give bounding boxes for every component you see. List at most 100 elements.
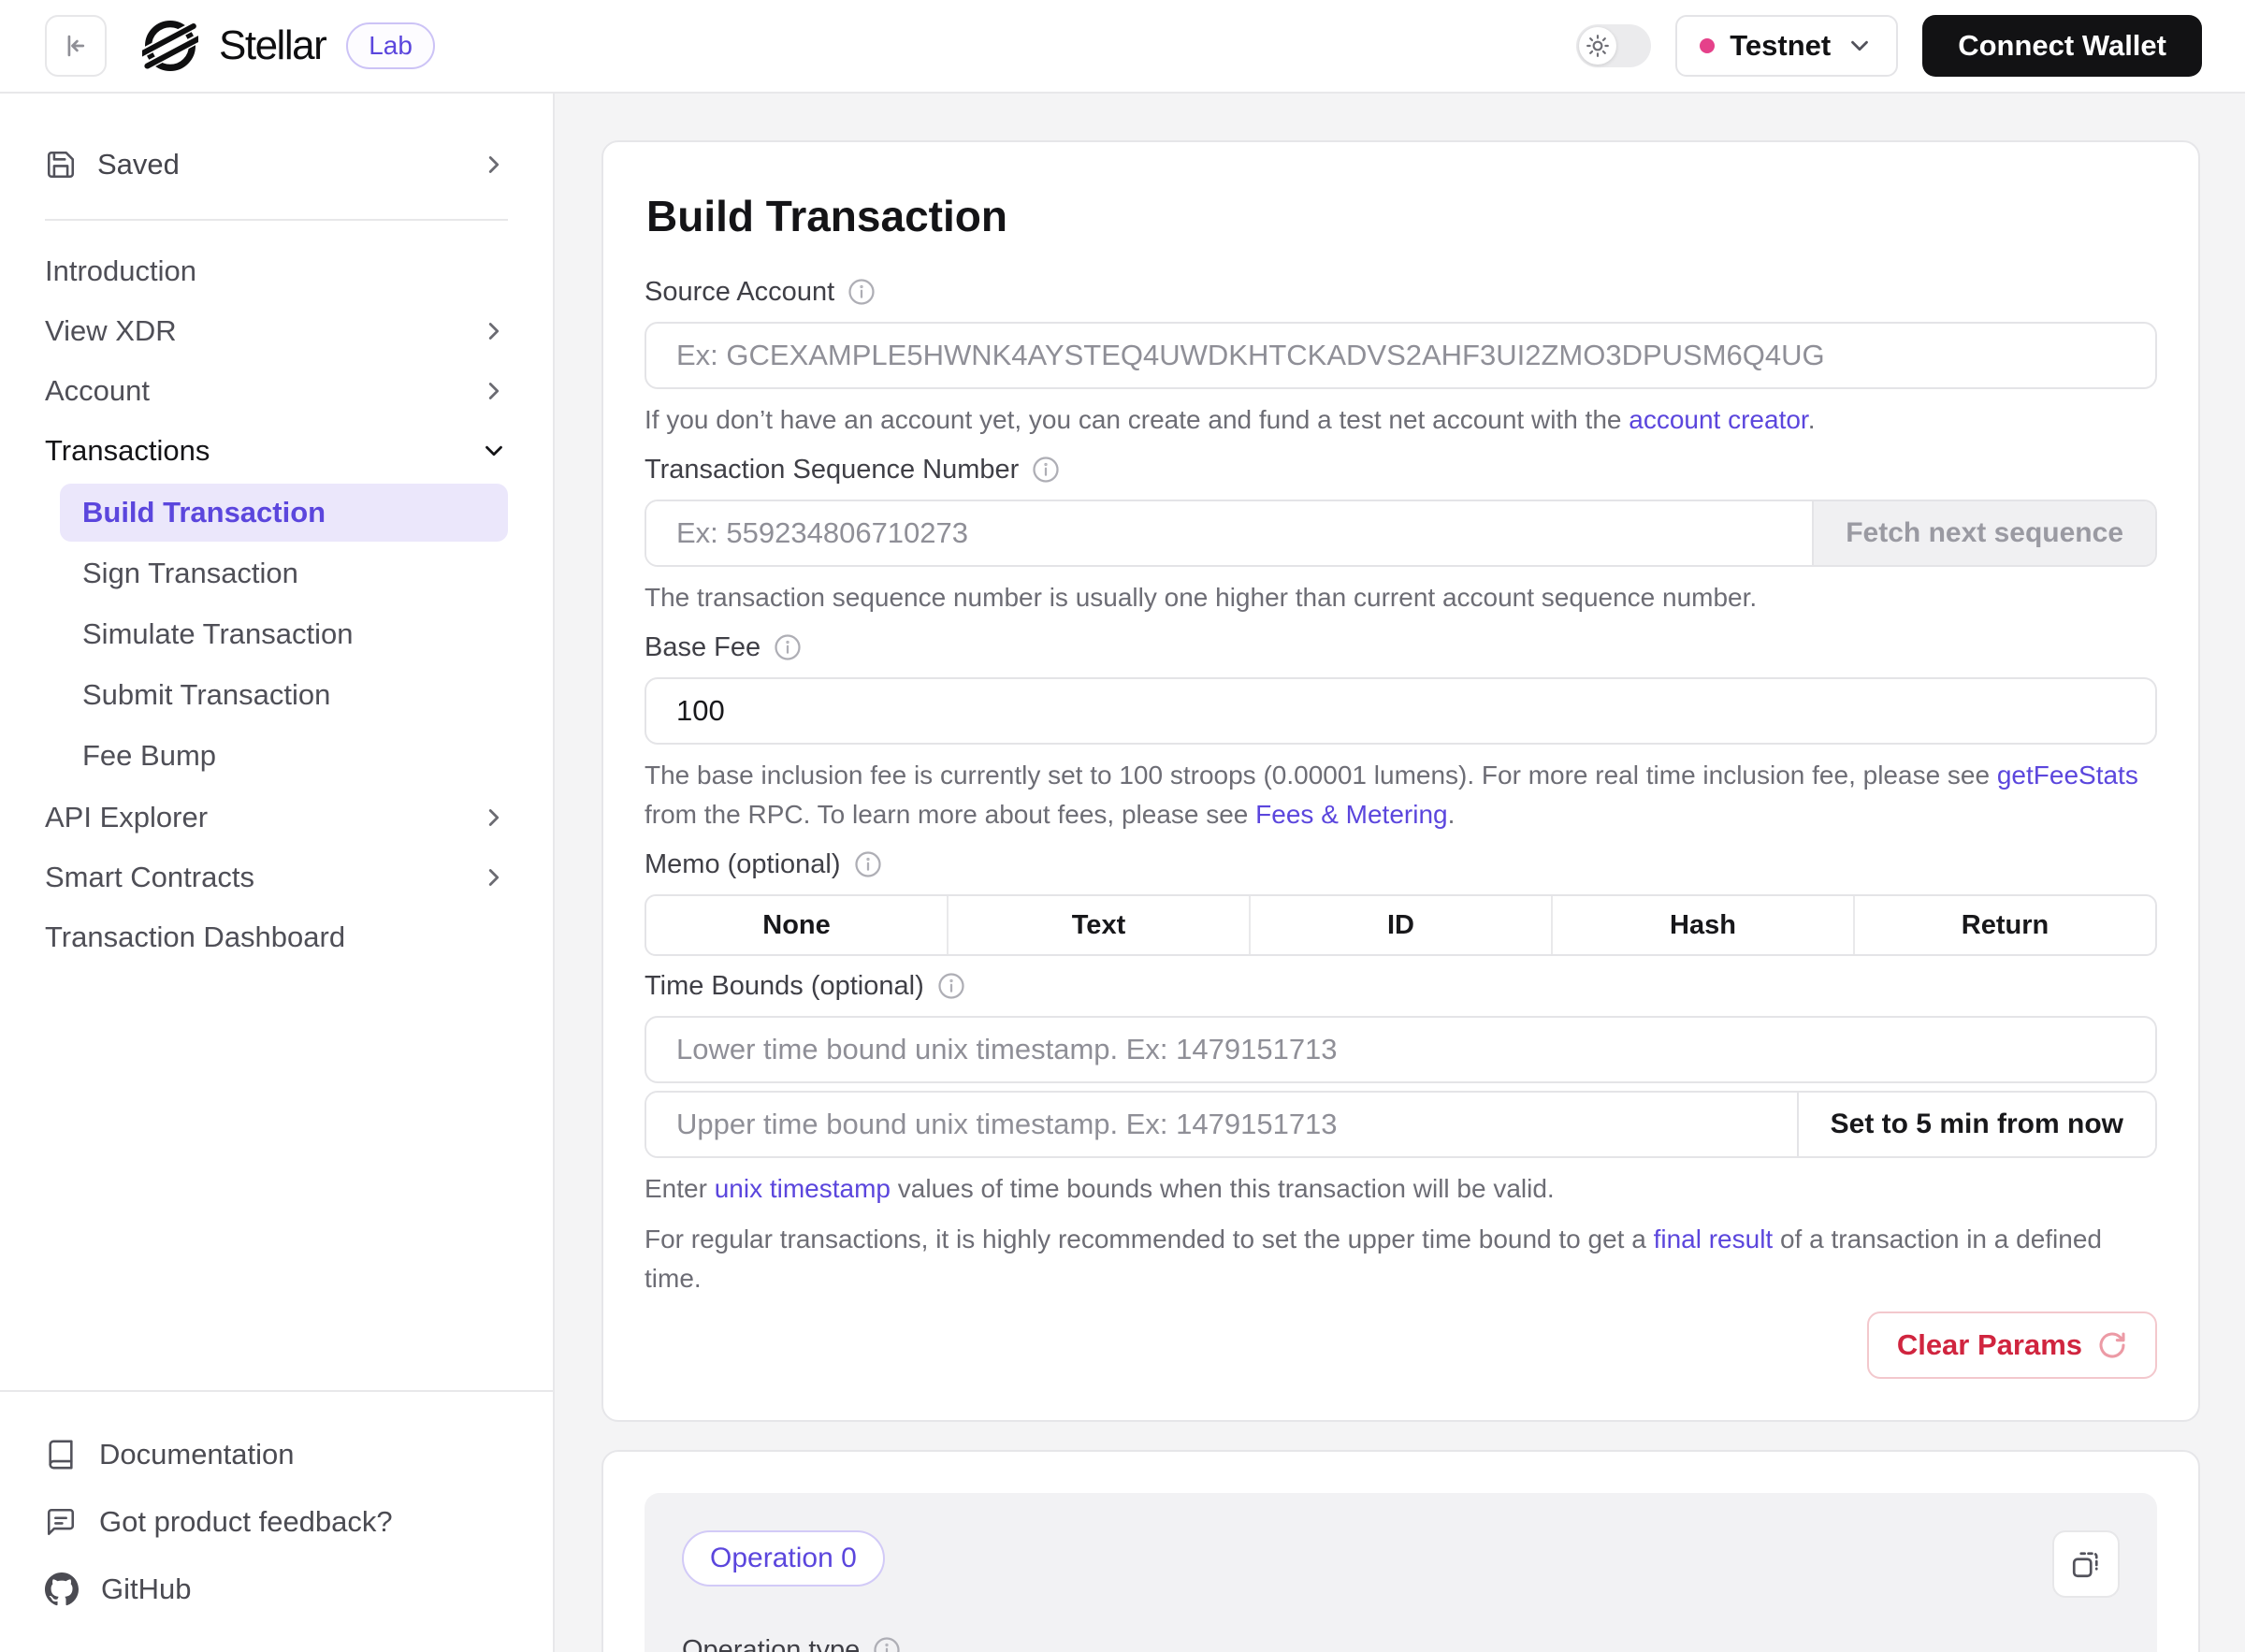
clear-params-label: Clear Params — [1897, 1328, 2082, 1362]
final-result-link[interactable]: final result — [1654, 1225, 1774, 1253]
source-account-label: Source Account — [645, 277, 834, 308]
source-account-note: If you don’t have an account yet, you ca… — [645, 400, 2157, 440]
brand-link[interactable]: Stellar Lab — [142, 18, 435, 74]
sidebar-item-label: Simulate Transaction — [82, 617, 353, 651]
memo-tab-hash[interactable]: Hash — [1551, 896, 1853, 954]
sidebar-item-api-explorer[interactable]: API Explorer — [45, 788, 508, 848]
base-fee-input[interactable] — [645, 677, 2157, 745]
refresh-icon — [2097, 1330, 2127, 1360]
sidebar-item-label: View XDR — [45, 314, 177, 348]
fees-metering-link[interactable]: Fees & Metering — [1255, 800, 1447, 829]
info-icon[interactable] — [937, 972, 965, 1000]
sidebar-item-label: Transactions — [45, 434, 210, 468]
sidebar-item-sign-transaction[interactable]: Sign Transaction — [45, 544, 508, 602]
network-selector[interactable]: Testnet — [1675, 15, 1898, 77]
feedback-bubble-icon — [45, 1506, 77, 1538]
info-icon[interactable] — [873, 1636, 901, 1652]
duplicate-operation-button[interactable] — [2052, 1530, 2120, 1598]
memo-tab-id[interactable]: ID — [1249, 896, 1551, 954]
stellar-logo-icon — [142, 18, 198, 74]
chevron-right-icon — [480, 317, 508, 345]
brand-name: Stellar — [219, 22, 326, 69]
time-bounds-label: Time Bounds (optional) — [645, 971, 924, 1002]
operation-badge[interactable]: Operation 0 — [682, 1530, 885, 1587]
book-icon — [45, 1439, 77, 1471]
collapse-sidebar-button[interactable] — [45, 15, 107, 77]
connect-wallet-button[interactable]: Connect Wallet — [1922, 15, 2202, 77]
sidebar-item-label: Introduction — [45, 254, 196, 288]
sequence-number-label: Transaction Sequence Number — [645, 455, 1019, 485]
source-account-input[interactable] — [645, 322, 2157, 389]
sidebar-item-account[interactable]: Account — [45, 361, 508, 421]
sidebar-item-label: Sign Transaction — [82, 557, 298, 590]
sidebar-item-simulate-transaction[interactable]: Simulate Transaction — [45, 605, 508, 663]
sidebar-item-label: Account — [45, 374, 150, 408]
memo-tab-text[interactable]: Text — [947, 896, 1249, 954]
build-transaction-card: Build Transaction Source Account If you … — [601, 140, 2200, 1422]
note-text: For regular transactions, it is highly r… — [645, 1225, 1654, 1253]
sidebar-item-label: Build Transaction — [82, 496, 326, 529]
memo-tab-none[interactable]: None — [646, 896, 947, 954]
chevron-right-icon — [480, 804, 508, 832]
note-text: The base inclusion fee is currently set … — [645, 761, 1997, 790]
info-icon[interactable] — [774, 633, 802, 661]
upper-time-bound-input[interactable] — [646, 1093, 1797, 1156]
network-name: Testnet — [1730, 29, 1831, 63]
base-fee-field: Base Fee The base inclusion fee is curre… — [645, 630, 2157, 834]
info-icon[interactable] — [854, 850, 882, 878]
sidebar-item-documentation[interactable]: Documentation — [45, 1424, 508, 1485]
time-bounds-field: Time Bounds (optional) Set to 5 min from… — [645, 969, 2157, 1298]
memo-label: Memo (optional) — [645, 849, 841, 880]
page-title: Build Transaction — [646, 191, 2155, 241]
note-text: Enter — [645, 1174, 715, 1203]
note-text: values of time bounds when this transact… — [891, 1174, 1555, 1203]
theme-toggle[interactable] — [1576, 24, 1651, 67]
info-icon[interactable] — [1032, 456, 1060, 484]
operation-type-label: Operation type — [682, 1635, 860, 1652]
sidebar-item-view-xdr[interactable]: View XDR — [45, 301, 508, 361]
duplicate-icon — [2069, 1547, 2103, 1581]
note-text: . — [1808, 405, 1816, 434]
sidebar-item-submit-transaction[interactable]: Submit Transaction — [45, 666, 508, 724]
sidebar-item-label: API Explorer — [45, 801, 208, 834]
fetch-next-sequence-button[interactable]: Fetch next sequence — [1812, 501, 2155, 565]
operations-card: Operation 0 Operation type Select operat… — [601, 1450, 2200, 1652]
sidebar-item-fee-bump[interactable]: Fee Bump — [45, 727, 508, 785]
sidebar-item-smart-contracts[interactable]: Smart Contracts — [45, 848, 508, 907]
note-text: from the RPC. To learn more about fees, … — [645, 800, 1255, 829]
base-fee-note: The base inclusion fee is currently set … — [645, 756, 2157, 834]
sidebar-item-transactions[interactable]: Transactions — [45, 421, 508, 481]
unix-timestamp-link[interactable]: unix timestamp — [715, 1174, 891, 1203]
info-icon[interactable] — [847, 278, 876, 306]
lab-badge: Lab — [346, 22, 435, 69]
chevron-right-icon — [480, 151, 508, 179]
sidebar-item-transaction-dashboard[interactable]: Transaction Dashboard — [45, 907, 508, 967]
set-five-min-button[interactable]: Set to 5 min from now — [1797, 1093, 2155, 1156]
sequence-number-field: Transaction Sequence Number Fetch next s… — [645, 453, 2157, 617]
source-account-field: Source Account If you don’t have an acco… — [645, 275, 2157, 440]
lower-time-bound-input[interactable] — [645, 1016, 2157, 1083]
get-fee-stats-link[interactable]: getFeeStats — [1997, 761, 2138, 790]
sidebar-item-label: Saved — [97, 148, 180, 181]
github-icon — [45, 1572, 79, 1606]
sidebar-item-feedback[interactable]: Got product feedback? — [45, 1491, 508, 1553]
account-creator-link[interactable]: account creator — [1629, 405, 1807, 434]
sun-icon — [1586, 34, 1610, 58]
chevron-down-icon — [1846, 32, 1874, 60]
sidebar-divider — [45, 219, 508, 221]
memo-tab-return[interactable]: Return — [1853, 896, 2155, 954]
clear-params-button[interactable]: Clear Params — [1867, 1311, 2157, 1379]
sidebar-item-introduction[interactable]: Introduction — [45, 241, 508, 301]
collapse-sidebar-icon — [60, 30, 92, 62]
sidebar-item-build-transaction[interactable]: Build Transaction — [60, 484, 508, 542]
sidebar-item-label: Got product feedback? — [99, 1505, 393, 1539]
stellar-lab-app: Stellar Lab Testnet Connect Wallet — [0, 0, 2245, 1652]
sidebar-item-github[interactable]: GitHub — [45, 1558, 508, 1620]
memo-type-tabs: None Text ID Hash Return — [645, 894, 2157, 956]
base-fee-label: Base Fee — [645, 632, 760, 663]
sidebar-item-saved[interactable]: Saved — [45, 131, 508, 198]
sequence-number-input[interactable] — [646, 501, 1812, 565]
time-bounds-note-2: For regular transactions, it is highly r… — [645, 1220, 2157, 1298]
memo-field: Memo (optional) None Text ID Hash Return — [645, 848, 2157, 956]
sidebar-item-label: GitHub — [101, 1572, 191, 1606]
